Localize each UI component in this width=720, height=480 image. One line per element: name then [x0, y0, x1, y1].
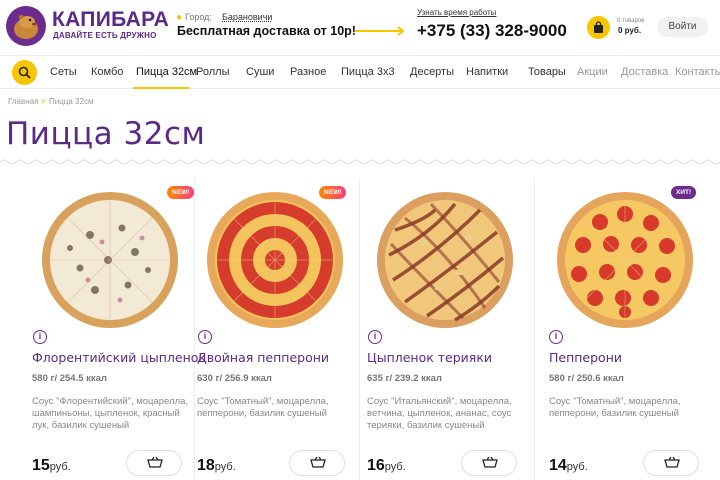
phone-number[interactable]: +375 (33) 328-9000	[417, 21, 567, 41]
product-weight: 630 г/ 256.9 ккал	[197, 373, 272, 384]
product-price: 16руб.	[367, 457, 406, 474]
nav-item-sushi[interactable]: Суши	[246, 66, 274, 78]
product-price: 14руб.	[549, 457, 588, 474]
add-to-cart-button[interactable]	[126, 450, 182, 476]
nav-item-rolls[interactable]: Роллы	[196, 66, 229, 78]
nav-item-contacts[interactable]: Контакты	[675, 66, 720, 78]
capybara-logo-icon[interactable]	[6, 6, 46, 46]
info-icon[interactable]: i	[368, 330, 382, 344]
product-card[interactable]: i Цыпленок терияки 635 г/ 239.2 ккал Соу…	[360, 178, 535, 480]
nav-item-sets[interactable]: Сеты	[50, 66, 77, 78]
product-price: 18руб.	[197, 457, 236, 474]
title-wave-divider	[0, 159, 720, 165]
nav-item-misc[interactable]: Разное	[290, 66, 326, 78]
info-icon[interactable]: i	[33, 330, 47, 344]
product-card[interactable]: NEW! i Флорентийский цыпленок 580 г/ 254…	[0, 178, 206, 480]
nav-active-indicator	[133, 87, 189, 89]
site-header: КАПИБАРА ДАВАЙТЕ ЕСТЬ ДРУЖНО ● Город: Бар…	[0, 0, 720, 54]
city-label: ● Город:	[176, 12, 212, 23]
arrow-right-icon	[355, 26, 405, 36]
pizza-image[interactable]	[555, 190, 695, 330]
delivery-promo: Бесплатная доставка от 10р!	[177, 24, 356, 38]
cart-icon	[310, 456, 326, 468]
brand-name[interactable]: КАПИБАРА	[52, 8, 169, 32]
pizza-image[interactable]	[40, 190, 180, 330]
product-card[interactable]: NEW! i Двойная пепперони 630 г/ 256.9 кк…	[195, 178, 360, 480]
shopping-bag-icon	[594, 21, 603, 33]
nav-item-pizza-32[interactable]: Пицца 32см	[136, 66, 197, 78]
category-nav: Сеты Комбо Пицца 32см Роллы Суши Разное …	[0, 55, 720, 89]
info-icon[interactable]: i	[549, 330, 563, 344]
product-name[interactable]: Флорентийский цыпленок	[32, 350, 206, 365]
product-description: Соус "Итальянский", моцарелла, ветчина, …	[367, 396, 512, 431]
breadcrumb-separator: >	[41, 97, 46, 106]
cart-total: 0 руб.	[618, 26, 642, 35]
page-title: Пицца 32см	[6, 116, 206, 152]
nav-item-drinks[interactable]: Напитки	[466, 66, 508, 78]
add-to-cart-button[interactable]	[643, 450, 699, 476]
nav-item-desserts[interactable]: Десерты	[410, 66, 454, 78]
cart-button[interactable]	[587, 16, 610, 39]
nav-item-pizza-3x3[interactable]: Пицца 3х3	[341, 66, 395, 78]
city-selector[interactable]: Барановичи	[222, 12, 272, 22]
search-icon	[18, 66, 31, 79]
product-card[interactable]: ХИТ! i Пепперони 580 г/ 250.6 ккал Соус …	[535, 178, 720, 480]
nav-item-promos[interactable]: Акции	[577, 66, 608, 78]
product-name[interactable]: Пепперони	[549, 350, 622, 365]
info-icon[interactable]: i	[198, 330, 212, 344]
badge-new: NEW!	[319, 186, 347, 199]
login-button[interactable]: Войти	[657, 17, 708, 37]
pizza-image[interactable]	[205, 190, 345, 330]
nav-search-button[interactable]	[12, 60, 37, 85]
cart-icon	[664, 456, 680, 468]
map-pin-icon: ●	[176, 12, 183, 23]
cart-icon	[147, 456, 163, 468]
badge-new: NEW!	[167, 186, 195, 199]
product-description: Соус "Томатный", моцарелла, пепперони, б…	[197, 396, 329, 419]
nav-item-delivery[interactable]: Доставка	[621, 66, 668, 78]
breadcrumb-current: Пицца 32см	[49, 97, 94, 106]
product-description: Соус "Томатный", моцарелла, пепперони, б…	[549, 396, 681, 419]
worktime-link[interactable]: Узнать время работы	[417, 8, 496, 17]
add-to-cart-button[interactable]	[461, 450, 517, 476]
cart-count: 0 товаров	[617, 18, 645, 24]
badge-hit: ХИТ!	[671, 186, 697, 199]
product-name[interactable]: Двойная пепперони	[197, 350, 329, 365]
product-weight: 580 г/ 254.5 ккал	[32, 373, 107, 384]
breadcrumb-home[interactable]: Главная	[8, 97, 38, 106]
brand-slogan: ДАВАЙТЕ ЕСТЬ ДРУЖНО	[53, 31, 157, 40]
nav-item-combo[interactable]: Комбо	[91, 66, 123, 78]
product-price: 15руб.	[32, 457, 71, 474]
pizza-image[interactable]	[375, 190, 515, 330]
product-weight: 635 г/ 239.2 ккал	[367, 373, 442, 384]
product-description: Соус "Флорентийский", моцарелла, шампинь…	[32, 396, 189, 431]
cart-icon	[482, 456, 498, 468]
add-to-cart-button[interactable]	[289, 450, 345, 476]
product-name[interactable]: Цыпленок терияки	[367, 350, 492, 365]
nav-item-goods[interactable]: Товары	[528, 66, 566, 78]
product-weight: 580 г/ 250.6 ккал	[549, 373, 624, 384]
